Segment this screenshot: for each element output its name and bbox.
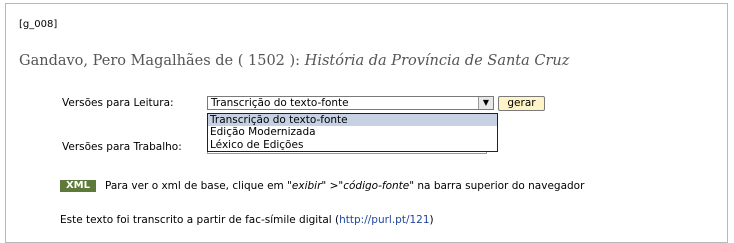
dropdown-option[interactable]: Léxico de Edições — [208, 139, 497, 151]
trabalho-label: Versões para Trabalho: — [62, 141, 182, 153]
leitura-label: Versões para Leitura: — [62, 97, 174, 109]
page-title: Gandavo, Pero Magalhães de ( 1502 ): His… — [19, 53, 569, 69]
note-text-4: "código-fonte" — [338, 180, 415, 192]
source-close: ) — [429, 214, 434, 226]
record-code: [g_008] — [19, 19, 58, 30]
source-link[interactable]: http://purl.pt/121 — [339, 214, 429, 226]
source-note: Este texto foi transcrito a partir de fa… — [60, 214, 434, 226]
gerar-button[interactable]: gerar — [498, 96, 545, 111]
source-text: Este texto foi transcrito a partir de fa… — [60, 214, 340, 226]
note-text-5: na barra superior do navegador — [414, 180, 585, 192]
note-text-2: "exibir" — [287, 180, 327, 192]
dropdown-option[interactable]: Edição Modernizada — [208, 126, 497, 138]
leitura-select[interactable]: Transcrição do texto-fonte ▼ — [207, 96, 494, 110]
note-text-1: Para ver o xml de base, clique em — [105, 180, 288, 192]
leitura-dropdown: Transcrição do texto-fonte Edição Modern… — [207, 113, 498, 152]
xml-badge[interactable]: XML — [60, 180, 96, 192]
dropdown-option[interactable]: Transcrição do texto-fonte — [208, 114, 497, 127]
note-text-3: > — [326, 180, 339, 192]
leitura-selected: Transcrição do texto-fonte — [211, 97, 349, 109]
title-work: História da Província de Santa Cruz — [304, 53, 570, 69]
xml-note: Para ver o xml de base, clique em "exibi… — [105, 180, 584, 192]
chevron-down-icon[interactable]: ▼ — [478, 97, 493, 109]
title-author: Gandavo, Pero Magalhães de ( 1502 ): — [19, 53, 301, 69]
